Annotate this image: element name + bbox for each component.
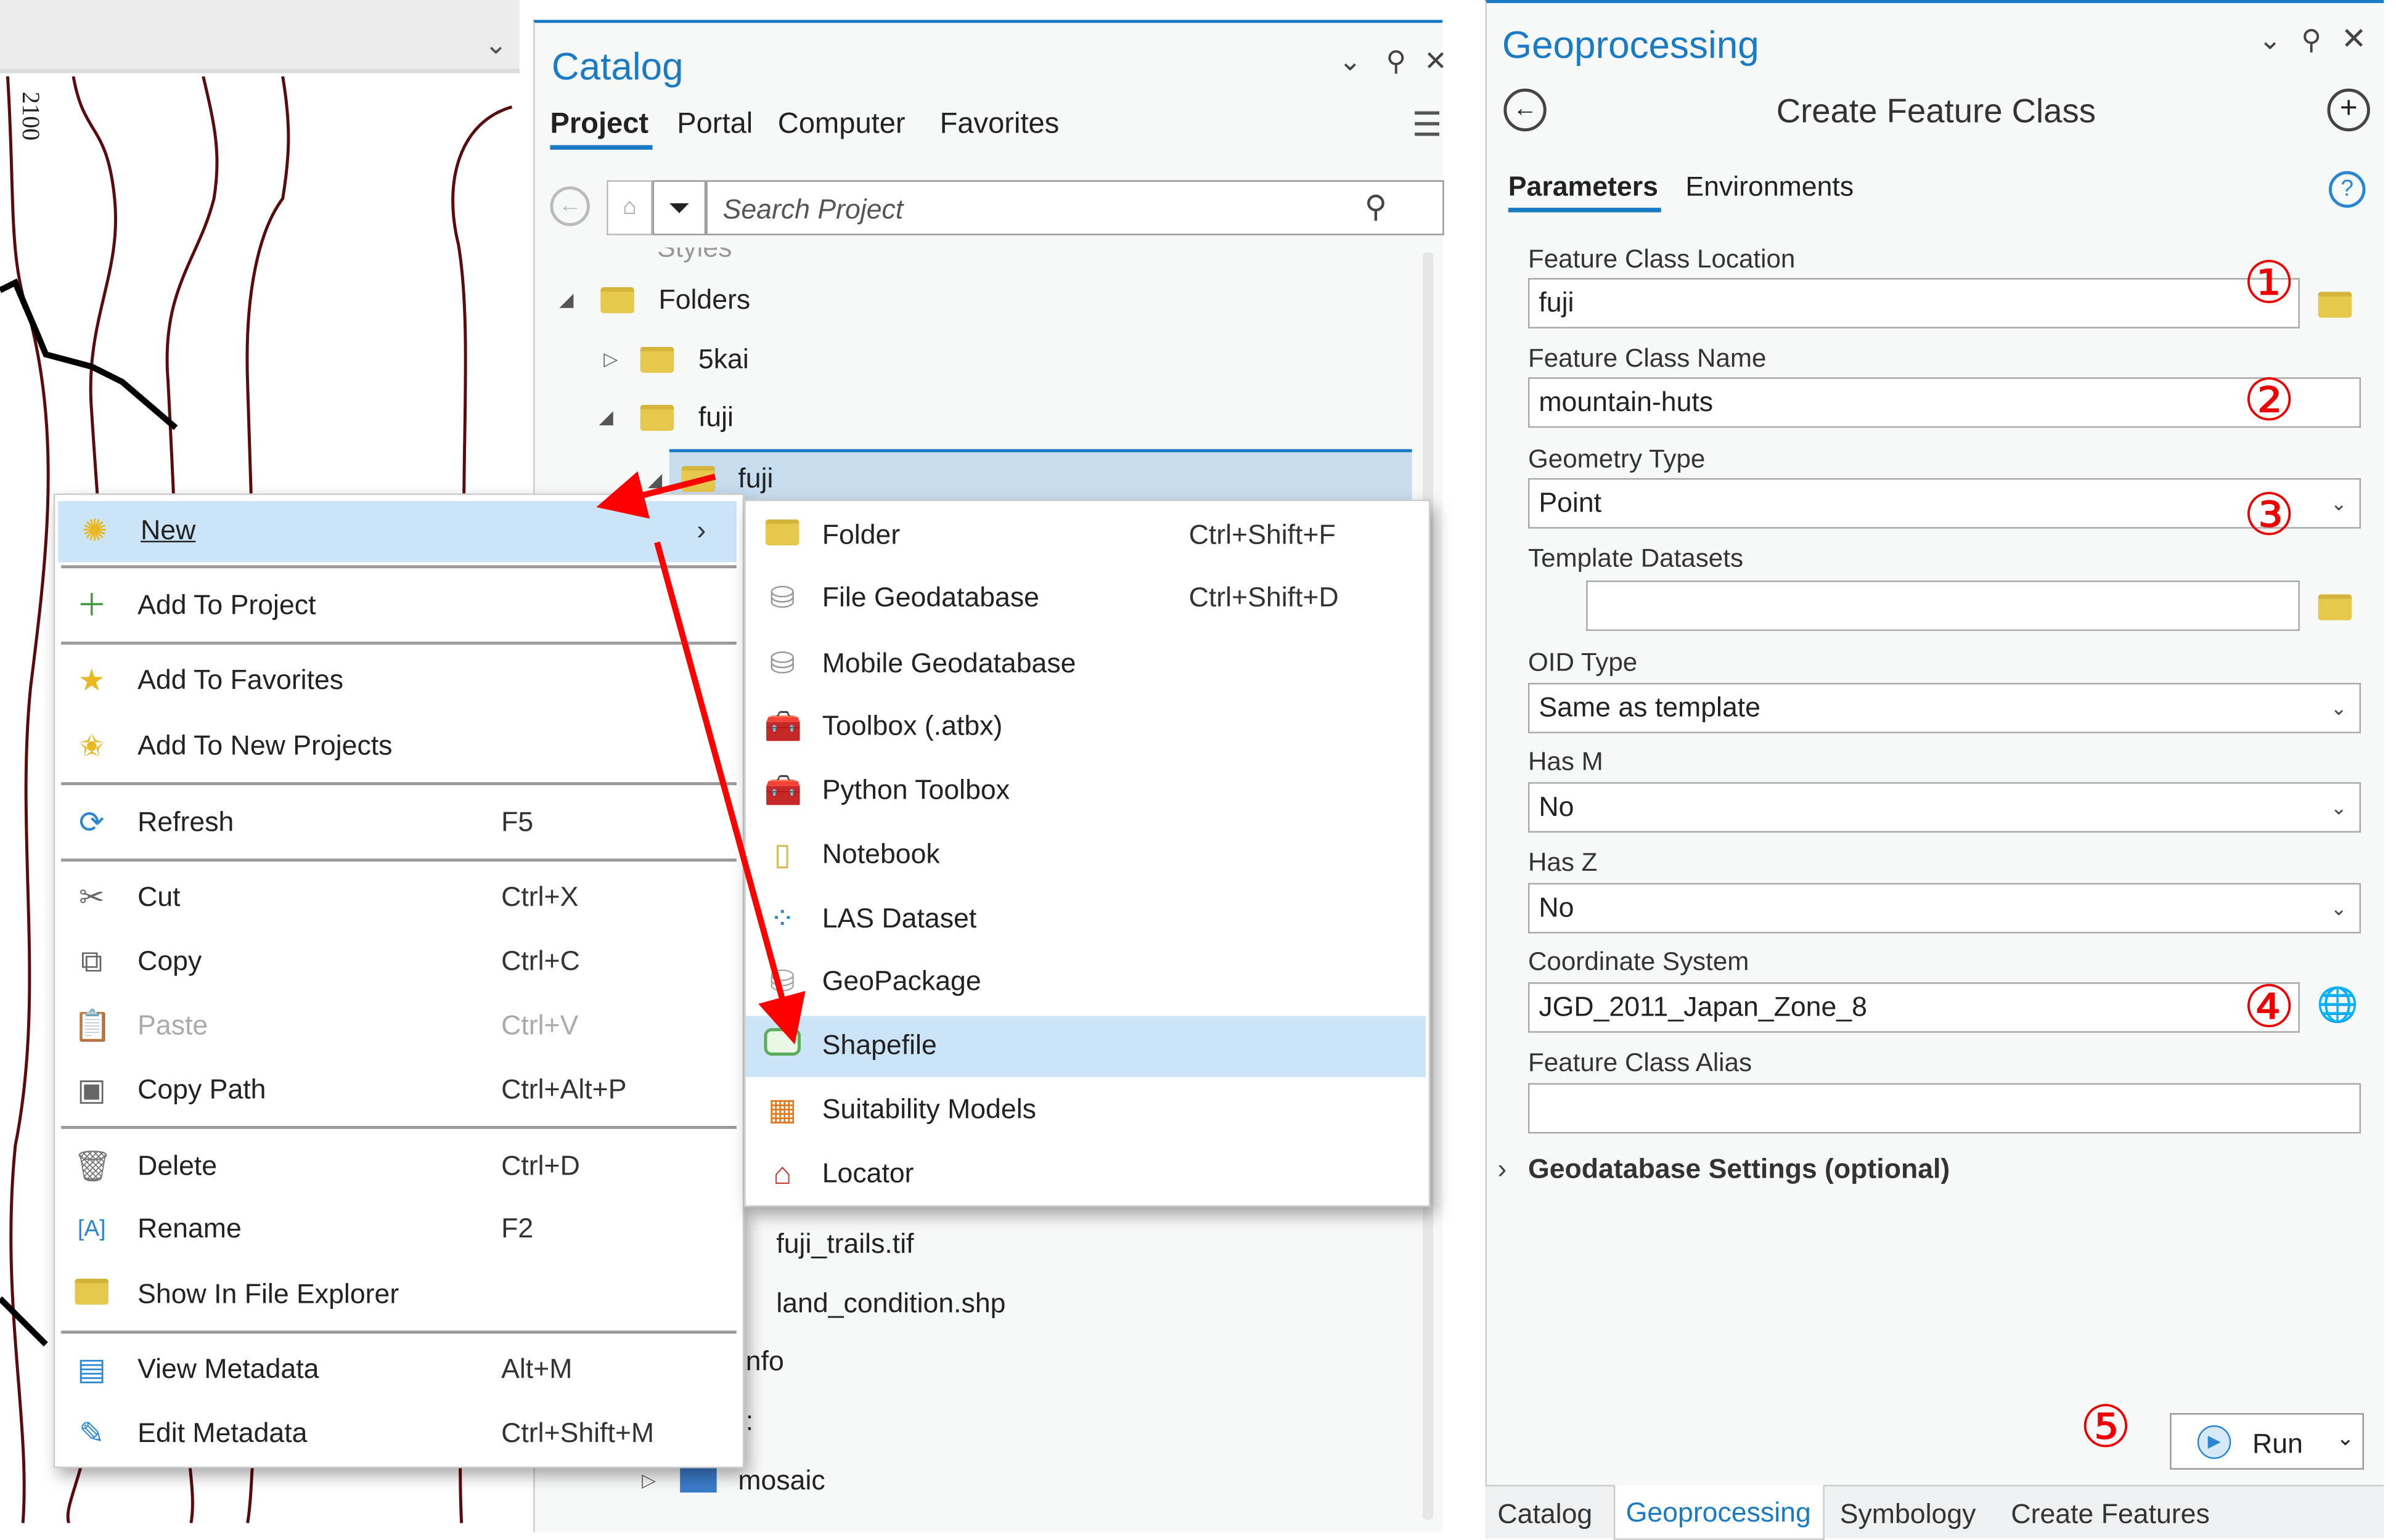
oid-select[interactable]: Same as template ⌄ <box>1528 683 2361 733</box>
geometry-select[interactable]: Point ⌄ <box>1528 478 2361 529</box>
run-button[interactable]: ▶ Run ⌄ <box>2170 1413 2365 1470</box>
play-icon: ▶ <box>2197 1425 2231 1459</box>
chevron-down-icon[interactable]: ⌄ <box>2336 1420 2354 1454</box>
tab-underline <box>1508 208 1661 213</box>
name-input[interactable]: mountain-huts <box>1528 377 2361 428</box>
alias-input[interactable] <box>1528 1083 2361 1134</box>
bottom-tab-symbology[interactable]: Symbology <box>1840 1497 1976 1531</box>
help-icon[interactable]: ? <box>2328 171 2366 208</box>
geoprocessing-title: Geoprocessing <box>1502 24 1759 68</box>
annotation-5: ⑤ <box>2079 1396 2132 1461</box>
has-m-label: Has M <box>1528 747 1603 776</box>
has-z-label: Has Z <box>1528 847 1598 877</box>
add-button[interactable]: + <box>2327 88 2370 132</box>
chevron-down-icon: ⌄ <box>2330 796 2347 819</box>
name-label: Feature Class Name <box>1528 343 1767 373</box>
location-label: Feature Class Location <box>1528 244 1796 274</box>
arrow-to-new <box>596 471 716 519</box>
annotation-3: ③ <box>2243 484 2296 548</box>
template-label: Template Datasets <box>1528 544 1744 573</box>
annotation-4: ④ <box>2243 976 2296 1041</box>
coord-label: Coordinate System <box>1528 947 1749 977</box>
screenshot: ⌄ 2100 Catalog ⌄ ⚲ ✕ Project Portal Comp… <box>0 0 2396 1540</box>
chevron-down-icon: ⌄ <box>2330 897 2347 920</box>
bottom-tab-geoprocessing-active[interactable]: Geoprocessing <box>1613 1485 1825 1540</box>
geoprocessing-pane: Geoprocessing ⌄ ⚲ ✕ ← Create Feature Cla… <box>1485 0 2384 1539</box>
arrow-to-shapefile <box>654 541 806 1045</box>
chevron-down-icon: ⌄ <box>2330 696 2347 720</box>
bottom-tab-create-features[interactable]: Create Features <box>2011 1497 2209 1531</box>
browse-folder-icon[interactable] <box>2318 594 2352 621</box>
chevron-down-icon: ⌄ <box>2330 492 2347 515</box>
template-input[interactable] <box>1586 581 2300 631</box>
close-icon[interactable]: ✕ <box>2341 23 2367 57</box>
pane-options-icon[interactable]: ⌄ <box>2259 23 2281 57</box>
annotation-1: ① <box>2243 252 2296 317</box>
pin-icon[interactable]: ⚲ <box>2301 23 2321 57</box>
has-m-select[interactable]: No ⌄ <box>1528 782 2361 833</box>
geometry-label: Geometry Type <box>1528 444 1706 474</box>
tool-title: Create Feature Class <box>1776 91 2096 130</box>
gdb-settings-expander[interactable]: Geodatabase Settings (optional) <box>1528 1152 1950 1186</box>
browse-folder-icon[interactable] <box>2318 291 2352 318</box>
chevron-right-icon[interactable]: › <box>1497 1152 1507 1186</box>
bottom-tab-bar: Catalog Geoprocessing Symbology Create F… <box>1485 1485 2384 1540</box>
bottom-tab-catalog[interactable]: Catalog <box>1497 1497 1592 1531</box>
coord-input[interactable]: JGD_2011_Japan_Zone_8 <box>1528 982 2300 1033</box>
oid-label: OID Type <box>1528 648 1638 677</box>
annotation-2: ② <box>2243 369 2296 434</box>
has-z-select[interactable]: No ⌄ <box>1528 882 2361 934</box>
tab-parameters[interactable]: Parameters <box>1508 169 1658 203</box>
globe-icon[interactable]: 🌐 <box>2316 988 2358 1022</box>
alias-label: Feature Class Alias <box>1528 1048 1752 1077</box>
location-input[interactable]: fuji <box>1528 278 2300 328</box>
tab-environments[interactable]: Environments <box>1685 169 1854 203</box>
